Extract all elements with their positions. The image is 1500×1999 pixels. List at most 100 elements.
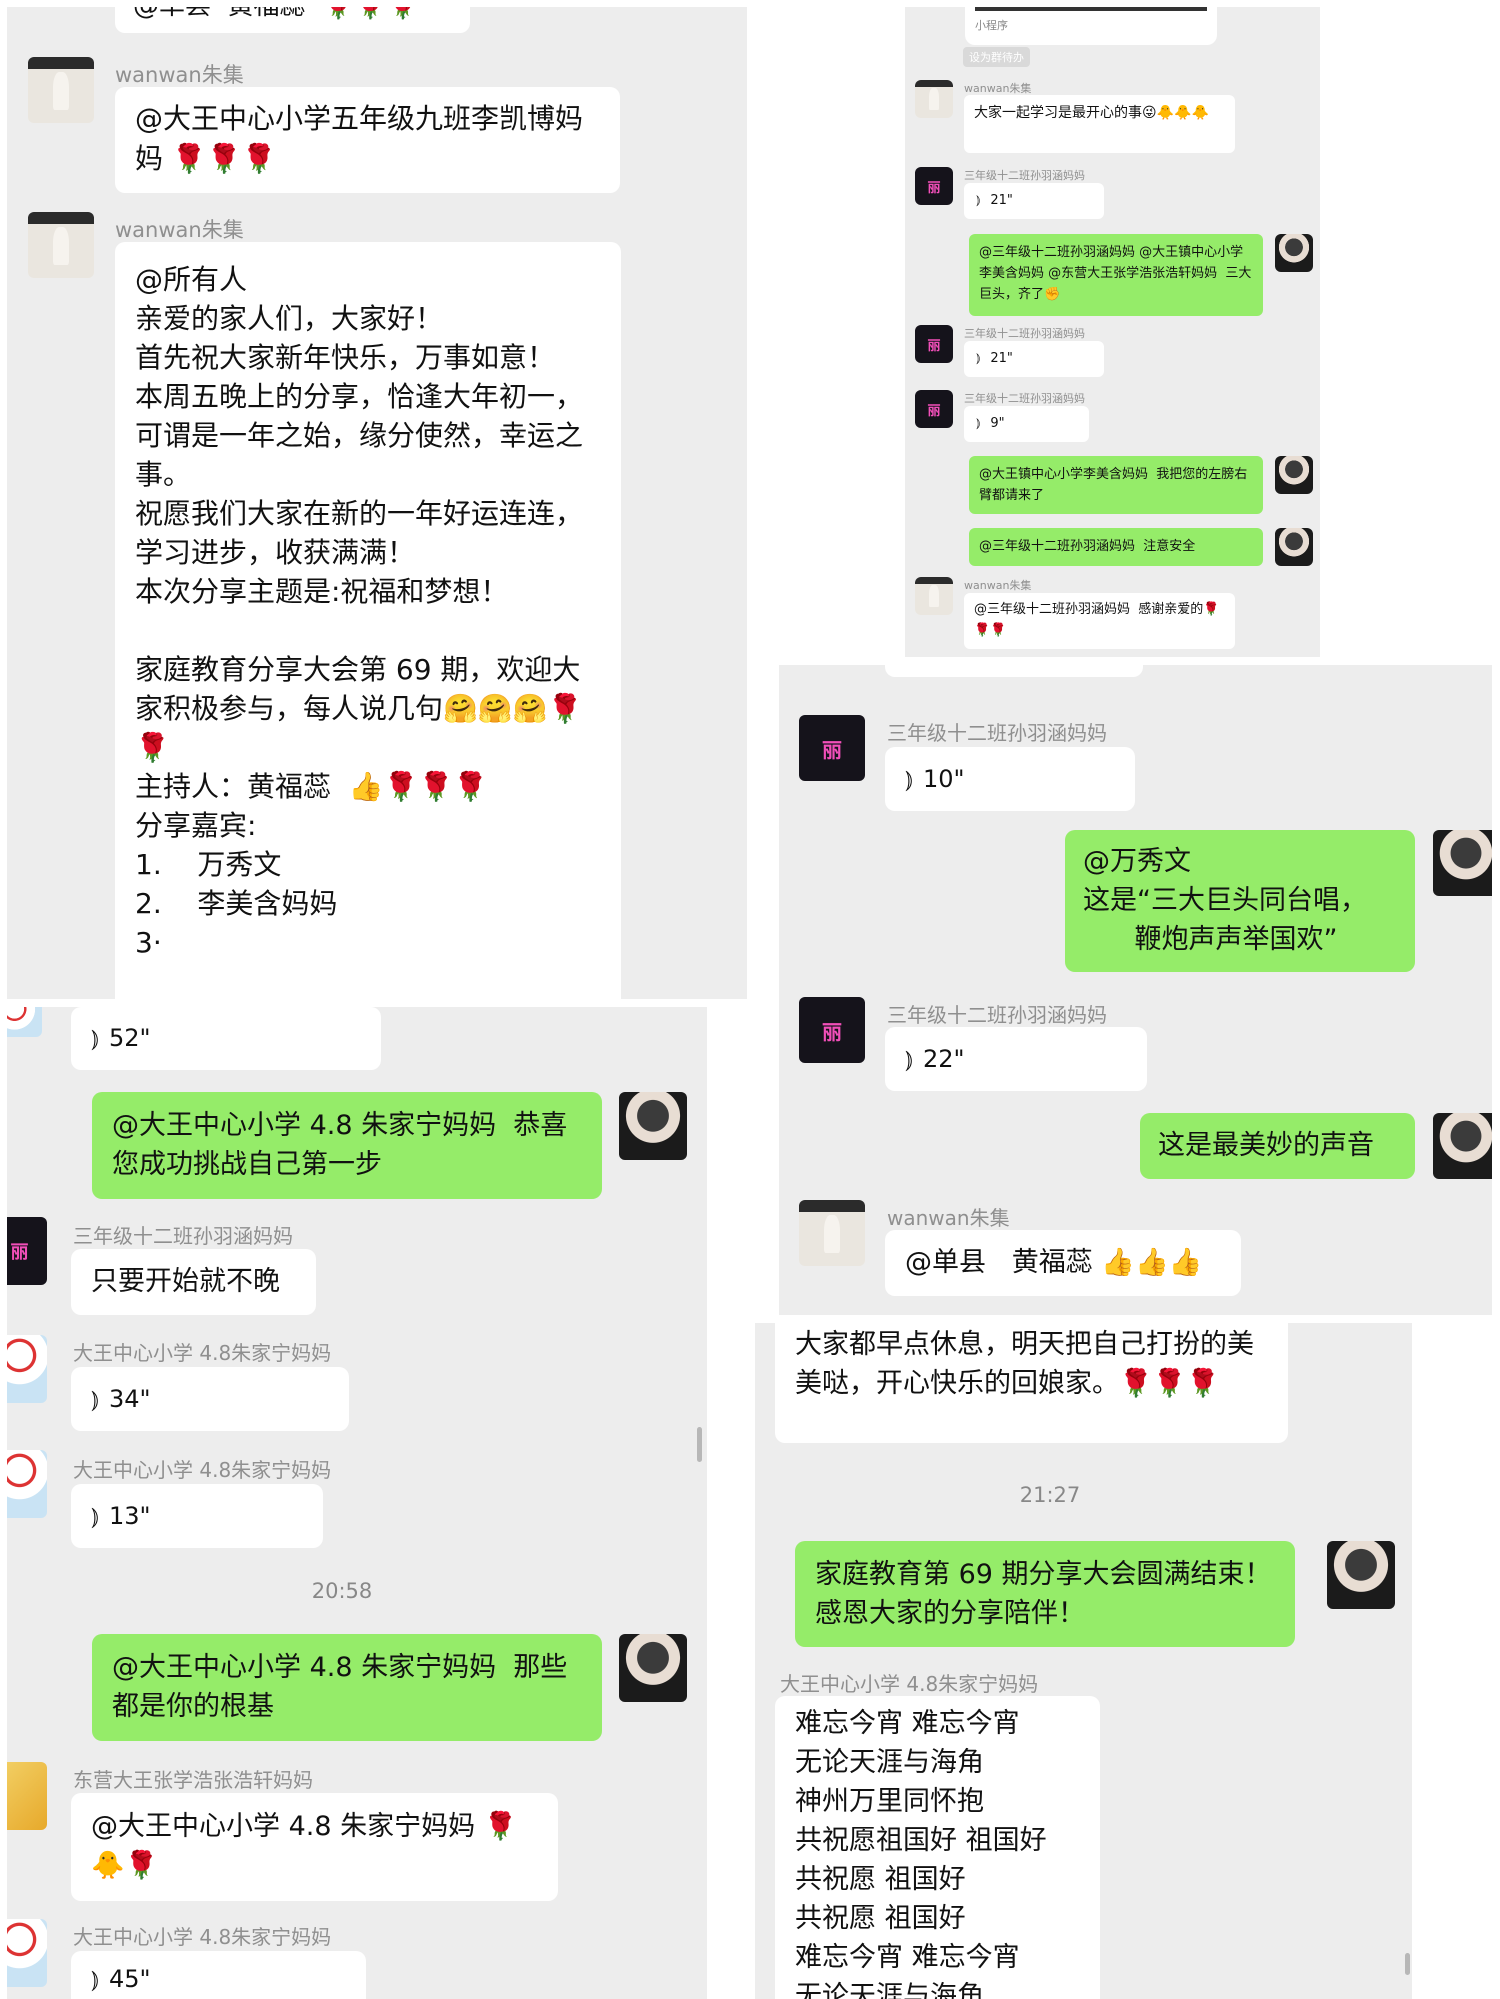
message-bubble[interactable]: @所有人 亲爱的家人们，大家好！ 首先祝大家新年快乐，万事如意！ 本周五晚上的分… — [115, 242, 621, 999]
avatar[interactable] — [7, 1335, 47, 1403]
message-text: 家庭教育第 69 期分享大会圆满结束！感恩大家的分享陪伴！ — [815, 1559, 1272, 1629]
message-bubble[interactable]: 大家一起学习是最开心的事😜🐥🐥🐥 — [964, 95, 1235, 153]
message-text: 大家都早点休息，明天把自己打扮的美美哒，开心快乐的回娘家。🌹🌹🌹 — [795, 1329, 1254, 1399]
message-text: 大家一起学习是最开心的事😜🐥🐥🐥 — [974, 105, 1209, 121]
sender-name: wanwan朱集 — [964, 82, 1032, 95]
voice-wave-icon: ⦆ — [976, 351, 981, 366]
avatar[interactable]: 丽 — [799, 715, 865, 781]
voice-message[interactable]: ⦆ 9" — [964, 406, 1089, 442]
message-bubble[interactable]: 家庭教育第 69 期分享大会圆满结束！感恩大家的分享陪伴！ — [795, 1541, 1295, 1647]
avatar[interactable]: 丽 — [7, 1217, 47, 1285]
message-bubble[interactable]: @万秀文 这是“三大巨头同台唱， 鞭炮声声举国欢” — [1065, 830, 1415, 972]
message-bubble[interactable]: @单县 黄福蕊 👍👍👍 — [885, 1230, 1241, 1296]
message-text: 只要开始就不晚 — [91, 1266, 280, 1297]
sender-name: 三年级十二班孙羽涵妈妈 — [964, 327, 1085, 340]
voice-message[interactable]: ⦆ 45" — [71, 1951, 366, 1999]
avatar[interactable] — [619, 1092, 687, 1160]
sender-name: wanwan朱集 — [964, 579, 1032, 592]
avatar[interactable] — [619, 1634, 687, 1702]
mini-program-card[interactable]: 小程序 — [965, 7, 1217, 45]
avatar[interactable]: 丽 — [915, 390, 953, 428]
avatar[interactable] — [7, 1007, 42, 1037]
message-bubble[interactable]: 大家都早点休息，明天把自己打扮的美美哒，开心快乐的回娘家。🌹🌹🌹 — [775, 1323, 1288, 1443]
message-bubble[interactable]: @三年级十二班孙羽涵妈妈 感谢亲爱的🌹🌹🌹 — [964, 593, 1235, 649]
voice-message[interactable]: ⦆ 21" — [964, 341, 1104, 377]
message-bubble[interactable]: @大王中心小学 4.8 朱家宁妈妈 🌹🐥🌹 — [71, 1793, 558, 1901]
sender-name: 三年级十二班孙羽涵妈妈 — [887, 721, 1107, 745]
avatar[interactable] — [915, 80, 953, 118]
voice-duration: 34" — [109, 1385, 151, 1413]
voice-wave-icon: ⦆ — [976, 416, 981, 431]
voice-duration: 52" — [109, 1024, 151, 1052]
message-text: @三年级十二班孙羽涵妈妈 注意安全 — [979, 539, 1196, 554]
message-bubble[interactable]: @三年级十二班孙羽涵妈妈 注意安全 — [969, 528, 1263, 566]
message-text: @所有人 亲爱的家人们，大家好！ 首先祝大家新年快乐，万事如意！ 本周五晚上的分… — [135, 263, 584, 959]
avatar[interactable] — [7, 1450, 47, 1518]
message-text: @大王镇中心小学李美含妈妈 我把您的左膀右臂都请来了 — [979, 467, 1248, 503]
sender-name: 大王中心小学 4.8朱家宁妈妈 — [73, 1458, 332, 1482]
voice-wave-icon: ⦆ — [976, 193, 981, 208]
avatar[interactable] — [28, 57, 94, 123]
sender-name: 三年级十二班孙羽涵妈妈 — [73, 1224, 293, 1248]
message-bubble[interactable]: 只要开始就不晚 — [71, 1249, 316, 1315]
avatar[interactable]: 丽 — [915, 167, 953, 205]
scrollbar[interactable] — [697, 1427, 702, 1462]
chat-panel-3: 丽 三年级十二班孙羽涵妈妈 ⦆ 10" @万秀文 这是“三大巨头同台唱， 鞭炮声声… — [779, 665, 1492, 1315]
voice-wave-icon: ⦆ — [91, 1024, 99, 1052]
message-bubble[interactable]: @大王中心小学五年级九班李凯博妈妈 🌹🌹🌹 — [115, 87, 620, 193]
avatar[interactable] — [28, 212, 94, 278]
card-image — [975, 7, 1207, 11]
voice-duration: 21" — [990, 351, 1013, 366]
avatar[interactable] — [1327, 1541, 1395, 1609]
sender-name: 三年级十二班孙羽涵妈妈 — [964, 392, 1085, 405]
message-bubble[interactable]: @大王镇中心小学李美含妈妈 我把您的左膀右臂都请来了 — [969, 456, 1263, 514]
sender-name: 大王中心小学 4.8朱家宁妈妈 — [780, 1672, 1039, 1696]
message-text: @万秀文 这是“三大巨头同台唱， 鞭炮声声举国欢” — [1083, 846, 1367, 955]
timestamp: 20:58 — [311, 1579, 373, 1603]
voice-message[interactable]: ⦆ 52" — [71, 1007, 381, 1070]
avatar[interactable]: 丽 — [915, 325, 953, 363]
avatar[interactable] — [1275, 456, 1313, 494]
message-bubble[interactable]: @大王中心小学 4.8 朱家宁妈妈 恭喜您成功挑战自己第一步 — [92, 1092, 602, 1199]
voice-duration: 21" — [990, 193, 1013, 208]
message-text: @大王中心小学五年级九班李凯博妈妈 🌹🌹🌹 — [135, 102, 584, 175]
timestamp: 21:27 — [1019, 1483, 1081, 1507]
message-text: 难忘今宵 难忘今宵 无论天涯与海角 神州万里同怀抱 共祝愿祖国好 祖国好 共祝愿… — [795, 1708, 1047, 1999]
sender-name: wanwan朱集 — [115, 218, 244, 242]
message-bubble[interactable]: 这是最美妙的声音 — [1140, 1113, 1415, 1179]
voice-message[interactable]: ⦆ 10" — [885, 747, 1135, 811]
avatar[interactable] — [1433, 1113, 1492, 1179]
voice-wave-icon: ⦆ — [905, 765, 913, 793]
avatar[interactable] — [915, 577, 953, 615]
message-bubble[interactable]: @大王中心小学 4.8 朱家宁妈妈 那些都是你的根基 — [92, 1634, 602, 1741]
sender-name: wanwan朱集 — [887, 1206, 1010, 1230]
voice-message[interactable]: ⦆ 34" — [71, 1367, 349, 1431]
message-text: @三年级十二班孙羽涵妈妈 感谢亲爱的🌹🌹🌹 — [974, 602, 1220, 638]
message-bubble[interactable]: @单县 黄福蕊 🌹🌹🌹 — [115, 7, 470, 33]
voice-wave-icon: ⦆ — [91, 1502, 99, 1530]
sender-name: 大王中心小学 4.8朱家宁妈妈 — [73, 1925, 332, 1949]
avatar[interactable] — [7, 1919, 47, 1987]
message-text: @大王中心小学 4.8 朱家宁妈妈 恭喜您成功挑战自己第一步 — [112, 1110, 568, 1180]
message-bubble[interactable]: 难忘今宵 难忘今宵 无论天涯与海角 神州万里同怀抱 共祝愿祖国好 祖国好 共祝愿… — [775, 1696, 1100, 1999]
message-bubble[interactable]: @三年级十二班孙羽涵妈妈 @大王镇中心小学李美含妈妈 @东营大王张学浩张浩轩妈妈… — [969, 234, 1263, 316]
scrollbar[interactable] — [1405, 1953, 1410, 1975]
voice-message[interactable]: ⦆ 13" — [71, 1484, 323, 1548]
voice-message[interactable]: ⦆ 21" — [964, 183, 1104, 219]
avatar[interactable] — [7, 1762, 47, 1830]
message-bubble[interactable] — [885, 665, 1143, 677]
avatar[interactable]: 丽 — [799, 997, 865, 1063]
mini-program-label: 小程序 — [975, 19, 1008, 32]
avatar[interactable] — [1433, 830, 1492, 896]
sender-name: 大王中心小学 4.8朱家宁妈妈 — [73, 1341, 332, 1365]
message-text: 这是最美妙的声音 — [1158, 1130, 1374, 1161]
set-todo-tag[interactable]: 设为群待办 — [963, 47, 1030, 67]
voice-duration: 22" — [923, 1045, 965, 1073]
avatar[interactable] — [1275, 234, 1313, 272]
voice-wave-icon: ⦆ — [91, 1385, 99, 1413]
chat-panel-2: 小程序 设为群待办 wanwan朱集 大家一起学习是最开心的事😜🐥🐥🐥 丽 三年… — [905, 7, 1320, 657]
avatar[interactable] — [799, 1200, 865, 1266]
voice-message[interactable]: ⦆ 22" — [885, 1027, 1147, 1091]
avatar[interactable] — [1275, 528, 1313, 566]
message-text: @大王中心小学 4.8 朱家宁妈妈 那些都是你的根基 — [112, 1652, 568, 1722]
